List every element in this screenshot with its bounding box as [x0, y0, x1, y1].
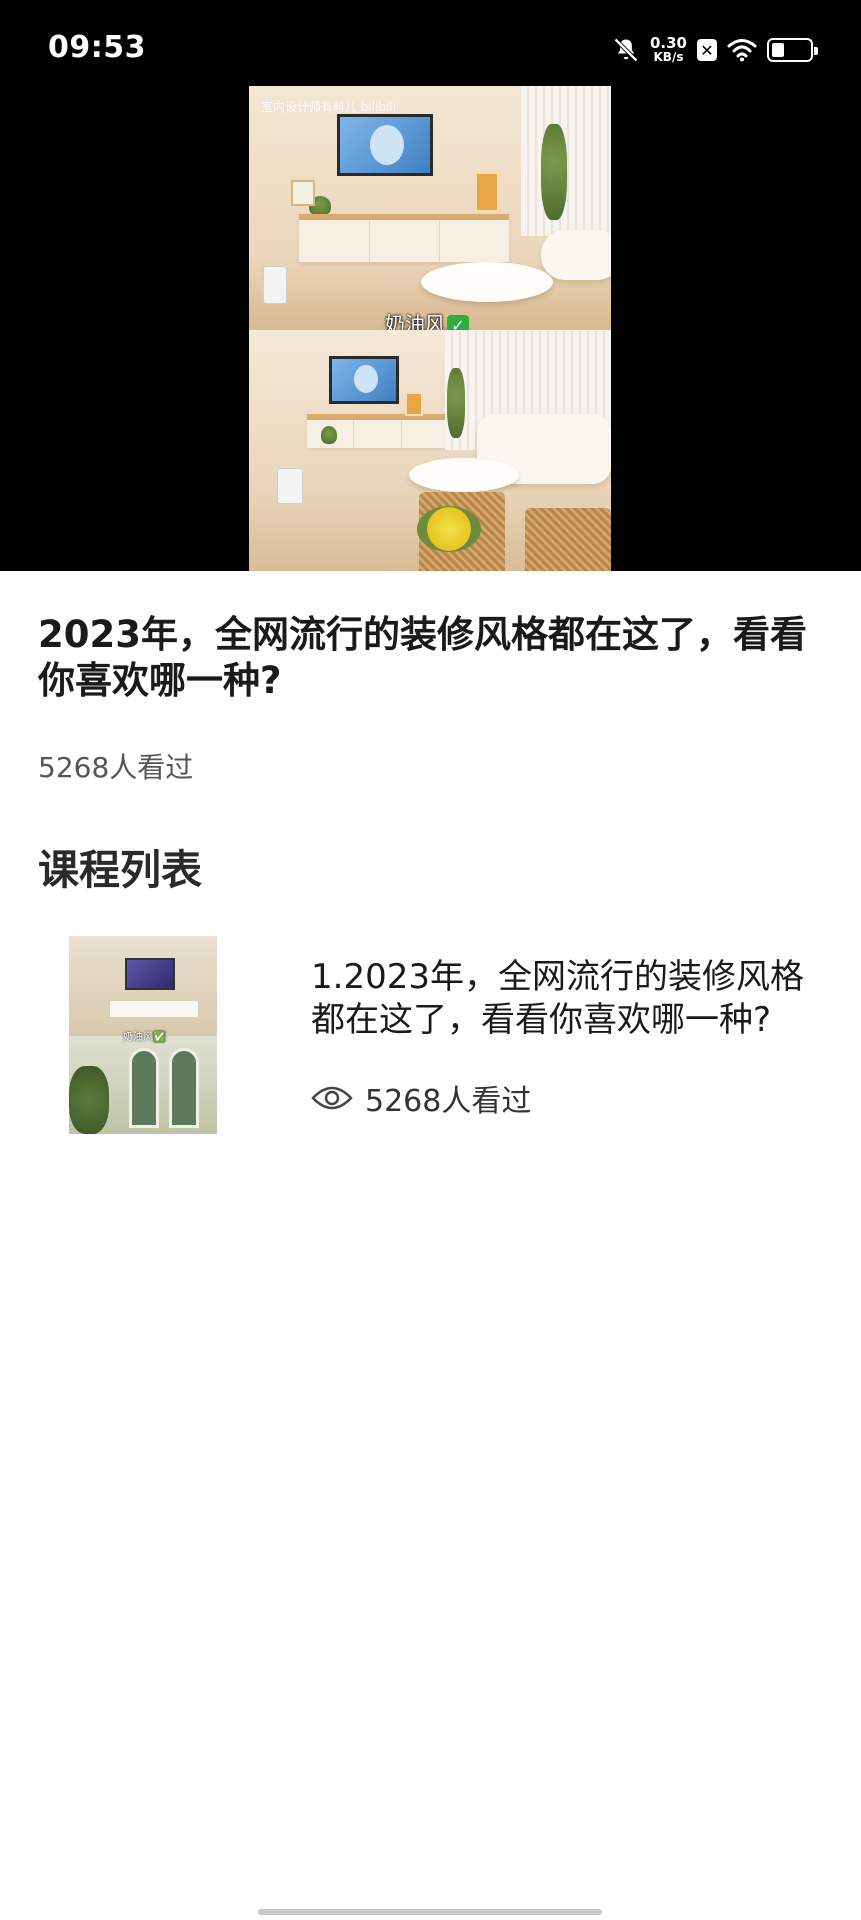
view-count: 5268人看过	[38, 751, 194, 784]
status-icons: 0.30 KB/s ✕	[602, 32, 818, 68]
check-badge-icon: ✓	[447, 314, 469, 330]
bell-off-icon	[614, 38, 638, 62]
sim-disabled-icon: ✕	[697, 39, 717, 61]
video-watermark: 室内设计师有料儿 bilibili	[261, 100, 397, 114]
video-frame-top-scene: 室内设计师有料儿 bilibili 奶油风 ✓	[249, 86, 611, 330]
network-speed-value: 0.30	[649, 34, 687, 52]
wifi-icon	[727, 39, 757, 62]
course-thumbnail-caption: 奶油风✅	[123, 1032, 166, 1043]
course-thumbnail[interactable]: 奶油风✅	[69, 936, 217, 1134]
status-time: 09:53	[48, 30, 146, 65]
network-speed: 0.30 KB/s	[649, 34, 687, 65]
eye-icon	[311, 1086, 353, 1110]
course-item-title[interactable]: 1.2023年，全网流行的装修风格都在这了，看看你喜欢哪一种?	[311, 956, 831, 1042]
course-detail-screen: 09:53 0.30 KB/s ✕ 室内设计师有料儿 bilibili 奶油风 …	[0, 0, 861, 1920]
course-item-meta: 5268人看过	[311, 1076, 531, 1120]
battery-icon	[767, 38, 818, 62]
video-caption-text: 奶油风	[385, 312, 445, 330]
home-indicator[interactable]	[258, 1909, 602, 1915]
video-caption: 奶油风 ✓	[385, 308, 469, 330]
course-list-heading: 课程列表	[38, 846, 202, 894]
video-title: 2023年，全网流行的装修风格都在这了，看看你喜欢哪一种?	[38, 613, 807, 702]
video-frame-bottom-scene	[249, 330, 611, 571]
video-frame[interactable]: 室内设计师有料儿 bilibili 奶油风 ✓	[249, 86, 611, 571]
course-item-views: 5268人看过	[365, 1084, 532, 1119]
course-list-item[interactable]: 奶油风✅ 1.2023年，全网流行的装修风格都在这了，看看你喜欢哪一种? 526…	[0, 936, 861, 1136]
status-bar: 09:53 0.30 KB/s ✕	[0, 0, 861, 86]
network-speed-unit: KB/s	[653, 50, 684, 64]
